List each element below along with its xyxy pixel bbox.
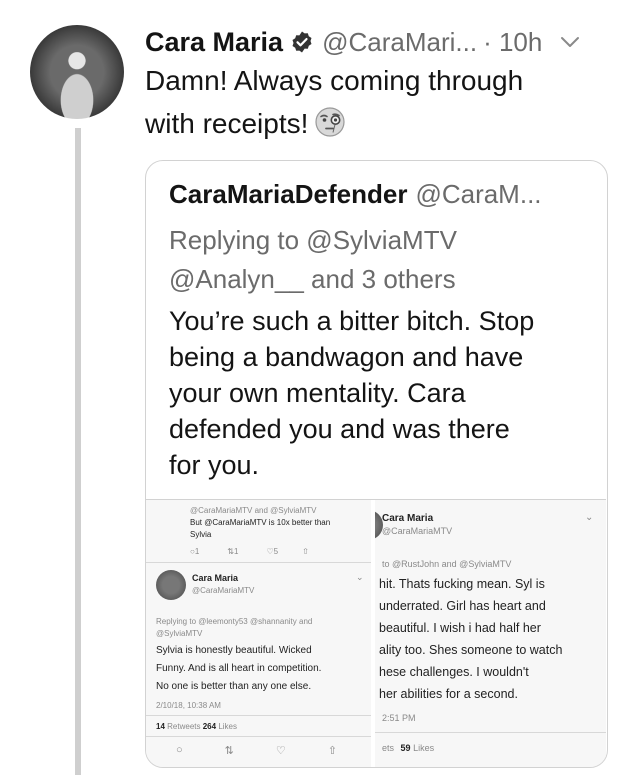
screenshot-right[interactable]: Cara Maria @CaraMariaMTV ⌄ to @RustJohn …: [375, 500, 606, 767]
retweet-icon: ⇅: [224, 745, 234, 757]
top-reply-text: Sylvia: [190, 530, 212, 539]
quoted-reply-context: Replying to @SylviaMTV @Analyn__ and 3 o…: [169, 221, 589, 299]
screenshot-text-line: ality too. Shes someone to watch: [379, 643, 563, 657]
retweet-icon: ⇅: [227, 547, 234, 556]
screenshot-text-line: hit. Thats fucking mean. Syl is: [379, 577, 545, 591]
quoted-text-line: You’re such a bitter bitch. Stop: [169, 306, 535, 336]
divider: [146, 715, 371, 716]
retweets-label: Retweets: [167, 722, 201, 731]
screenshot-text-line: her abilities for a second.: [379, 687, 518, 701]
screenshot-reply-context: to @RustJohn and @SylviaMTV: [382, 559, 512, 569]
reply-context-line: @Analyn__ and 3 others: [169, 264, 456, 294]
reply-context-line: Replying to @SylviaMTV: [169, 225, 457, 255]
quoted-text-line: being a bandwagon and have: [169, 342, 524, 372]
likes-label: Likes: [413, 743, 435, 753]
screenshot-handle: @CaraMariaMTV: [192, 586, 255, 595]
screenshot-stats: 14 Retweets 264 Likes: [156, 722, 237, 731]
screenshot-author-name: Cara Maria: [192, 573, 239, 583]
screenshot-author-name: Cara Maria: [382, 513, 434, 524]
screenshot-actions: ○ ⇅ ♡ ⇧: [176, 744, 337, 757]
tweet-header: Cara Maria @CaraMari... · 10h: [145, 22, 620, 62]
screenshot-text-line: Funny. And is all heart in competition.: [156, 663, 322, 674]
avatar[interactable]: [30, 25, 124, 119]
attached-screenshots[interactable]: @CaraMariaMTV and @SylviaMTV But @CaraMa…: [146, 499, 606, 767]
top-reply-context: @CaraMariaMTV and @SylviaMTV: [190, 506, 317, 515]
author-name[interactable]: Cara Maria: [145, 27, 283, 58]
tweet-time[interactable]: · 10h: [483, 27, 542, 58]
screenshot-timestamp: 2/10/18, 10:38 AM: [156, 701, 221, 710]
like-icon: ♡: [266, 547, 274, 556]
tweet-text-line: with receipts!: [145, 102, 605, 145]
screenshot-text-line: Sylvia is honestly beautiful. Wicked: [156, 645, 312, 656]
reply-icon: ○: [176, 744, 183, 756]
quoted-tweet-header: CaraMariaDefender @CaraM...: [169, 179, 542, 210]
divider: [146, 562, 371, 563]
reply-count: 1: [194, 547, 200, 556]
retweets-count: 14: [156, 722, 165, 731]
verified-badge-icon: [290, 30, 314, 54]
screenshot-reply-context: Replying to @leemonty53 @shannanity and: [156, 617, 313, 626]
quoted-text-line: your own mentality. Cara: [169, 378, 466, 408]
tweet-text-line: Damn! Always coming through: [145, 65, 524, 96]
chevron-down-icon: ⌄: [356, 572, 364, 582]
divider: [146, 736, 371, 737]
face-with-monocle-emoji: [314, 106, 346, 138]
quoted-author-name: CaraMariaDefender: [169, 179, 408, 209]
divider: [375, 732, 606, 733]
quoted-tweet-card[interactable]: CaraMariaDefender @CaraM... Replying to …: [145, 160, 608, 768]
top-reply-actions: ○ 1 ⇅ 1 ♡ 5 ⇧: [190, 547, 309, 556]
screenshot-timestamp: 2:51 PM: [382, 713, 416, 723]
thread-line: [75, 128, 81, 775]
mini-avatar: [156, 570, 186, 600]
tweet-text-line-content: with receipts!: [145, 108, 309, 139]
quoted-text-line: defended you and was there: [169, 414, 510, 444]
screenshot-text-line: No one is better than any one else.: [156, 681, 312, 692]
like-count: 5: [273, 547, 279, 556]
quoted-text-line: for you.: [169, 450, 260, 480]
share-icon: ⇧: [302, 547, 309, 556]
retweets-label: ets: [382, 743, 395, 753]
likes-count: 264: [202, 722, 217, 731]
screenshot-reply-context: @SylviaMTV: [156, 629, 203, 638]
share-icon: ⇧: [327, 745, 337, 757]
likes-count: 59: [400, 743, 411, 753]
quoted-tweet-text: You’re such a bitter bitch. Stop being a…: [169, 303, 589, 483]
screenshot-handle: @CaraMariaMTV: [382, 526, 453, 536]
tweet-text: Damn! Always coming through with receipt…: [145, 59, 605, 145]
screenshot-text-line: hese challenges. I wouldn't: [379, 665, 529, 679]
retweet-count: 1: [234, 547, 239, 556]
quoted-author-handle: @CaraM...: [415, 179, 542, 209]
screenshot-text-line: underrated. Girl has heart and: [379, 599, 546, 613]
top-reply-text: But @CaraMariaMTV is 10x better than: [190, 518, 331, 527]
chevron-down-icon[interactable]: [558, 30, 582, 54]
author-handle[interactable]: @CaraMari...: [322, 27, 477, 58]
screenshot-stats: ets 59 Likes: [382, 743, 434, 753]
like-icon: ♡: [275, 745, 286, 757]
screenshot-text-line: beautiful. I wish i had half her: [379, 621, 541, 635]
likes-label: Likes: [218, 722, 238, 731]
chevron-down-icon: ⌄: [585, 512, 594, 523]
screenshot-left[interactable]: @CaraMariaMTV and @SylviaMTV But @CaraMa…: [146, 500, 371, 767]
